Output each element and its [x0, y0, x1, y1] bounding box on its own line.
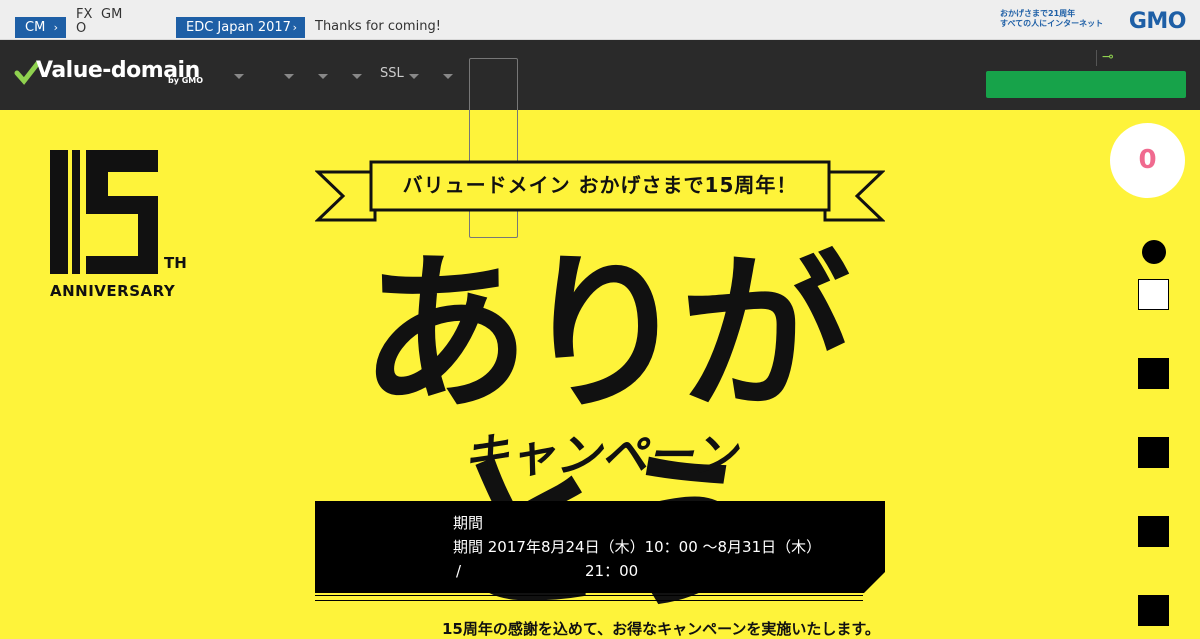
- nav-dropdown-4-caret-icon[interactable]: [352, 74, 362, 79]
- side-square-outline[interactable]: [1138, 279, 1169, 310]
- nav-separator: [1096, 50, 1097, 66]
- hero-title: ありがとう: [359, 236, 850, 634]
- anniversary-word: ANNIVERSARY: [50, 282, 176, 300]
- side-square-4[interactable]: [1138, 595, 1169, 626]
- gmo-tagline-line2: すべての人にインターネット: [1000, 19, 1104, 28]
- side-square-2[interactable]: [1138, 437, 1169, 468]
- signup-button[interactable]: [986, 71, 1186, 98]
- top-link-fx-line2: O: [76, 21, 87, 36]
- period-dates: 期間 2017年8月24日（木）10：00 ～8月31日（木）: [453, 538, 822, 556]
- anniversary-emblem: TH ANNIVERSARY: [48, 148, 198, 308]
- period-end-time: 21：00: [570, 562, 639, 580]
- nav-dropdown-3-caret-icon[interactable]: [318, 74, 328, 79]
- top-message[interactable]: Thanks for coming!: [315, 20, 441, 34]
- gmo-tagline: おかげさまで21周年 すべての人にインターネット: [1000, 9, 1103, 29]
- gmo-tagline-line1: おかげさまで21周年: [1000, 9, 1076, 18]
- chevron-right-icon: ›: [292, 21, 297, 34]
- login-icon[interactable]: ⊸: [1102, 49, 1114, 65]
- top-link-fx[interactable]: FX O: [76, 8, 92, 36]
- tag-cm[interactable]: CM ›: [15, 17, 66, 38]
- top-link-fx-line1: FX: [76, 7, 93, 22]
- nav-dropdown-6-caret-icon[interactable]: [443, 74, 453, 79]
- gmo-logo: GMO: [1128, 9, 1187, 34]
- period-label: 期間: [453, 514, 484, 532]
- nav-dropdown-2-caret-icon[interactable]: [284, 74, 294, 79]
- side-square-1[interactable]: [1138, 358, 1169, 389]
- top-link-gm[interactable]: GM: [101, 8, 122, 22]
- intro-text: 15周年の感謝を込めて、お得なキャンペーンを実施いたします。: [442, 620, 880, 638]
- side-square-3[interactable]: [1138, 516, 1169, 547]
- period-underline-2: [315, 600, 863, 601]
- tag-edc[interactable]: EDC Japan 2017 ›: [176, 17, 305, 38]
- nav-ssl[interactable]: SSL: [380, 66, 404, 81]
- chevron-right-icon: ›: [53, 21, 58, 34]
- ribbon-title: バリュードメイン おかげさまで15周年！: [402, 173, 798, 197]
- value-domain-by: by GMO: [168, 76, 204, 85]
- tag-cm-label: CM: [25, 20, 46, 35]
- hero-subtitle: キャンペーン: [463, 428, 737, 482]
- gmo-brand[interactable]: おかげさまで21周年 すべての人にインターネット GMO: [1000, 9, 1187, 34]
- slide-dot-active[interactable]: [1142, 240, 1166, 264]
- tag-edc-label: EDC Japan 2017: [186, 20, 291, 35]
- nav-ssl-caret-icon[interactable]: [409, 74, 419, 79]
- period-underline-1: [315, 595, 863, 596]
- nav-dropdown-1-caret-icon[interactable]: [234, 74, 244, 79]
- period-slash: /: [456, 562, 462, 580]
- period-box-corner: [862, 571, 886, 595]
- side-counter-badge[interactable]: 0: [1110, 123, 1185, 198]
- anniversary-th: TH: [164, 254, 187, 272]
